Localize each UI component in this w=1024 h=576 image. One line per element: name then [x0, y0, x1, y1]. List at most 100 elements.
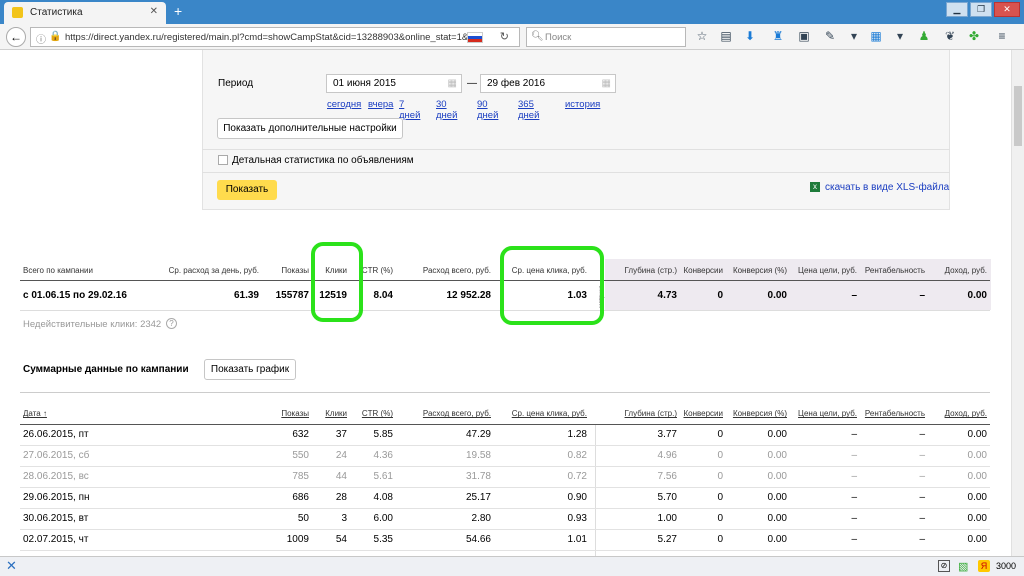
bookmark-star-icon[interactable]: ☆ [694, 29, 710, 43]
table-cell: 19.58 [465, 450, 491, 461]
link-7-days[interactable]: 7 дней [399, 99, 420, 121]
apps-icon[interactable]: ▦ [868, 29, 884, 43]
close-bar-icon[interactable]: ✕ [6, 558, 17, 574]
table-cell: 7.56 [657, 471, 677, 482]
search-placeholder: Поиск [545, 32, 572, 43]
info-icon[interactable]: ⓘ [36, 31, 46, 46]
column-header[interactable]: Рентабельность [860, 404, 928, 424]
reading-list-icon[interactable]: ▤ [718, 29, 734, 43]
dropdown-icon-2[interactable]: ▾ [892, 29, 908, 43]
table-cell: 0 [717, 450, 723, 461]
calendar-icon[interactable]: ▦ [602, 75, 611, 92]
table-cell: 5.70 [657, 492, 677, 503]
xls-download-link[interactable]: скачать в виде XLS-файла [825, 182, 949, 193]
date-from-input[interactable]: 01 июня 2015 ▦ [326, 74, 462, 93]
column-header[interactable]: Конверсия (%) [726, 404, 790, 424]
addon-icon[interactable]: ✤ [966, 29, 982, 43]
date-to-input[interactable]: 29 фев 2016 ▦ [480, 74, 616, 93]
scrollbar-thumb[interactable] [1014, 86, 1022, 146]
column-header[interactable]: Расход всего, руб. [396, 404, 494, 424]
table-row: 26.06.2015, пт 632 37 5.85 47.29 1.28 3.77 0 0.0… [20, 424, 990, 445]
link-90-days[interactable]: 90 дней [477, 99, 498, 121]
column-header[interactable]: Конверсии [680, 404, 726, 424]
russian-flag-icon [467, 32, 483, 43]
column-header[interactable]: Клики [312, 404, 350, 424]
table-cell: 31.78 [465, 471, 491, 482]
table-cell: – [919, 513, 925, 524]
maximize-icon[interactable]: ❐ [970, 2, 992, 17]
vk-icon[interactable]: ▣ [796, 29, 812, 43]
search-box[interactable]: 🔍︎ Поиск [526, 27, 686, 47]
vertical-scrollbar[interactable] [1011, 50, 1024, 556]
show-button[interactable]: Показать [217, 180, 277, 200]
link-today[interactable]: сегодня [327, 99, 361, 110]
reload-icon[interactable]: ↻ [500, 30, 509, 43]
table-cell: – [919, 429, 925, 440]
evernote-icon[interactable]: ❦ [942, 29, 958, 43]
table-cell: 28.06.2015, вс [23, 471, 89, 482]
download-icon[interactable]: ⬇ [742, 29, 758, 43]
new-tab-icon[interactable]: + [174, 3, 182, 19]
divider [202, 149, 950, 150]
table-cell: 686 [292, 492, 309, 503]
column-header[interactable]: Глубина (стр.) [590, 404, 680, 424]
campaign-table: Дата ↑ Показы Клики CTR (%) Расход всего… [20, 404, 990, 551]
summary-header: Рентабельность [864, 266, 925, 276]
table-cell: 0.00 [767, 450, 787, 461]
table-cell: 0.00 [967, 471, 987, 482]
address-bar[interactable]: ⓘ 🔒 https://direct.yandex.ru/registered/… [30, 27, 520, 47]
column-header[interactable]: Показы [262, 404, 312, 424]
extension-icon[interactable]: ♜ [770, 29, 786, 43]
column-header[interactable]: CTR (%) [350, 404, 396, 424]
table-cell: 29.06.2015, пн [23, 492, 90, 503]
show-chart-button[interactable]: Показать график [204, 359, 296, 380]
table-cell: 4.96 [657, 450, 677, 461]
table-cell: 0.93 [567, 513, 587, 524]
close-tab-icon[interactable]: ✕ [150, 6, 158, 17]
help-icon[interactable]: ? [166, 318, 177, 329]
table-cell: 37 [335, 429, 347, 440]
close-window-icon[interactable]: ✕ [994, 2, 1020, 17]
date-separator: — [467, 78, 477, 89]
table-cell: 44 [335, 471, 347, 482]
column-header[interactable]: Цена цели, руб. [790, 404, 860, 424]
detail-stats-checkbox[interactable] [218, 155, 228, 165]
lock-icon: 🔒 [49, 31, 62, 42]
calendar-icon[interactable]: ▦ [448, 75, 457, 92]
summary-cell: 155787 [275, 289, 309, 301]
more-settings-button[interactable]: Показать дополнительные настройки [217, 118, 403, 139]
android-icon[interactable]: ♟ [916, 29, 932, 43]
sort-date-header[interactable]: Дата ↑ [20, 404, 262, 424]
table-cell: – [851, 492, 857, 503]
minimize-icon[interactable]: ▁ [946, 2, 968, 17]
menu-icon[interactable]: ≡ [994, 29, 1010, 43]
addon-bar-icon[interactable]: ⊘ [938, 560, 950, 572]
highlight-clicks [311, 242, 363, 322]
table-cell: 550 [292, 450, 309, 461]
table-cell: 0.00 [967, 429, 987, 440]
table-cell: 24 [335, 450, 347, 461]
link-yesterday[interactable]: вчера [368, 99, 393, 110]
browser-tab[interactable]: Статистика ✕ [4, 2, 166, 24]
column-header[interactable]: Ср. цена клика, руб. [494, 404, 590, 424]
column-header[interactable]: Доход, руб. [928, 404, 990, 424]
detail-stats-label: Детальная статистика по объявлениям [232, 155, 414, 166]
table-cell: 5.85 [373, 429, 393, 440]
back-icon[interactable]: ← [6, 27, 26, 47]
tools-icon[interactable]: ✎ [822, 29, 838, 43]
link-history[interactable]: история [565, 99, 600, 110]
table-cell: – [919, 492, 925, 503]
campaign-section-title: Суммарные данные по кампании [23, 364, 189, 375]
table-cell: 0.82 [567, 450, 587, 461]
link-365-days[interactable]: 365 дней [518, 99, 539, 121]
status-bar: ✕ ⊘ ▧ Я 3000 [0, 556, 1024, 576]
yandex-icon[interactable]: Я [978, 560, 990, 572]
summary-cell: 0.00 [767, 289, 787, 301]
summary-cell: с 01.06.15 по 29.02.16 [23, 289, 127, 301]
table-cell: 5.35 [373, 534, 393, 545]
dropdown-icon[interactable]: ▾ [846, 29, 862, 43]
link-30-days[interactable]: 30 дней [436, 99, 457, 121]
table-cell: 0 [717, 513, 723, 524]
table-cell: 5.61 [373, 471, 393, 482]
green-addon-icon[interactable]: ▧ [958, 560, 968, 573]
